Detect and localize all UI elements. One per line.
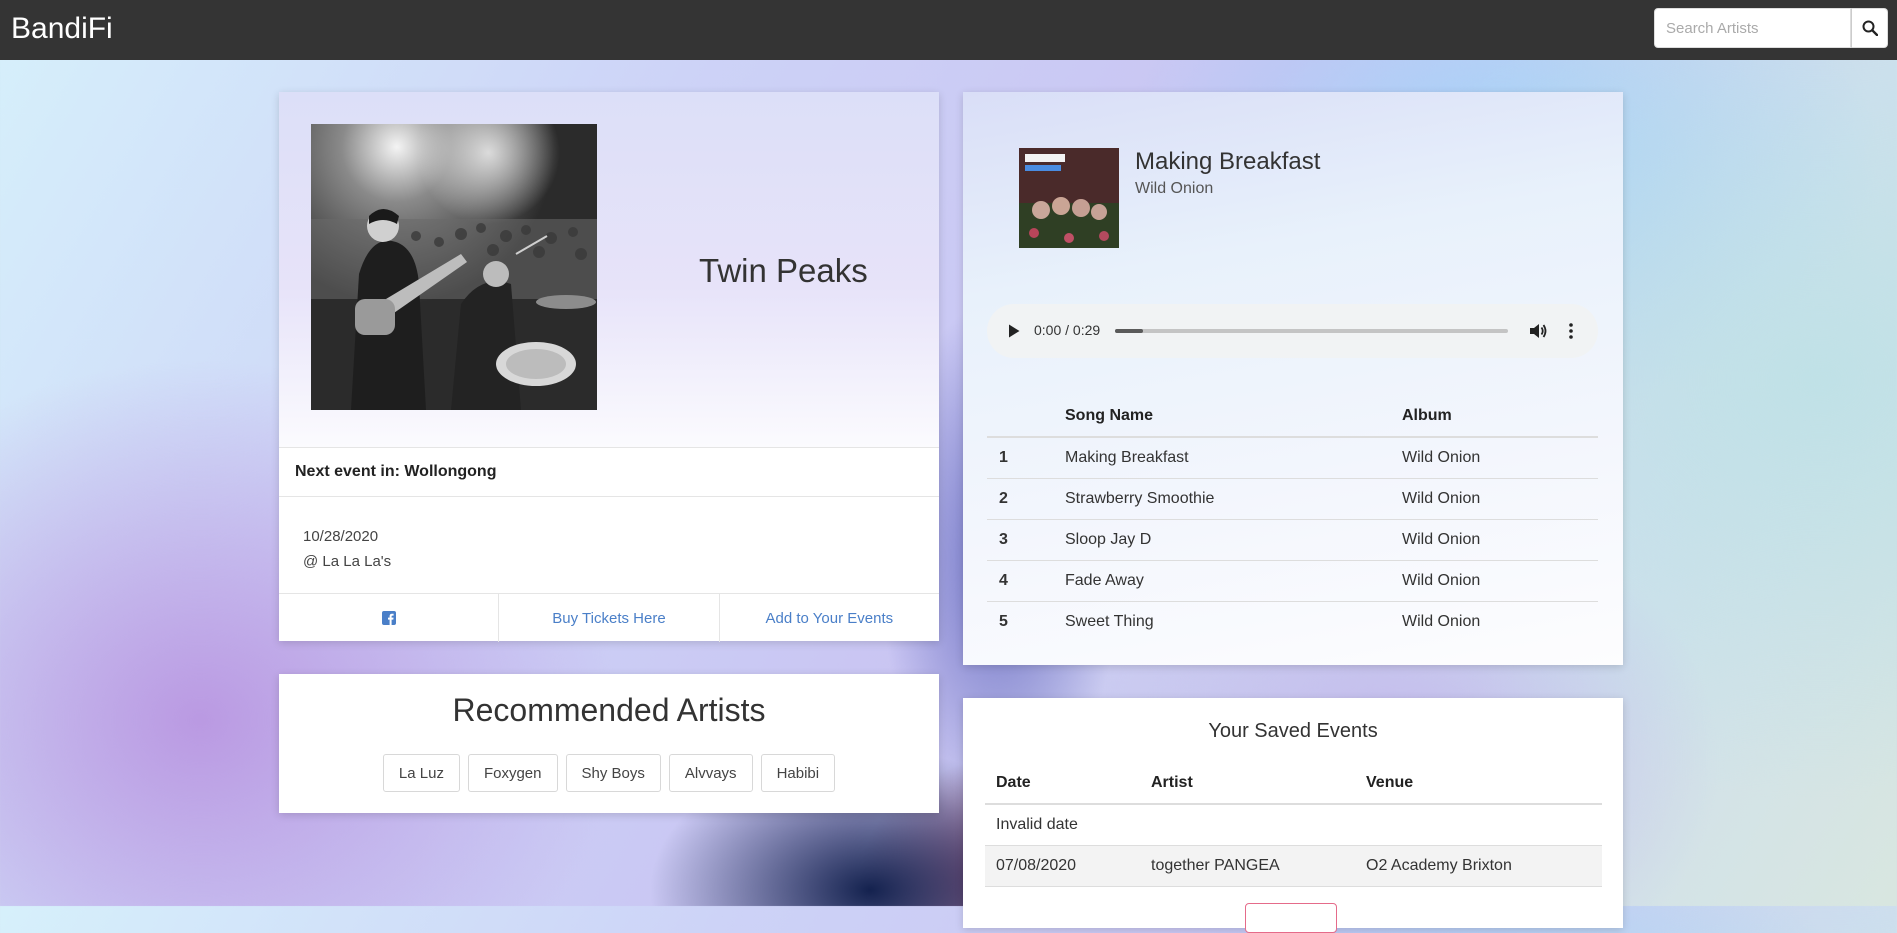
- seek-bar[interactable]: [1115, 329, 1508, 333]
- buy-tickets-link[interactable]: Buy Tickets Here: [498, 594, 718, 642]
- artist-header: Twin Peaks: [279, 92, 939, 447]
- track-album: Wild Onion: [1402, 437, 1598, 479]
- search-button[interactable]: [1851, 8, 1888, 48]
- track-name: Making Breakfast: [1065, 437, 1402, 479]
- brand-logo[interactable]: BandiFi: [11, 10, 113, 48]
- event-venue-cell: [1355, 804, 1602, 846]
- table-row[interactable]: 4 Fade Away Wild Onion: [987, 560, 1598, 602]
- search-form: [1654, 8, 1888, 48]
- add-to-events-link[interactable]: Add to Your Events: [718, 594, 939, 642]
- search-icon: [1862, 20, 1878, 36]
- column-header-number: [987, 396, 1065, 438]
- facebook-square-icon: [381, 611, 396, 625]
- top-navbar: BandiFi: [0, 0, 1897, 60]
- track-name: Sweet Thing: [1065, 613, 1154, 630]
- playback-time: 0:00 / 0:29: [1034, 322, 1101, 338]
- album-art: [1019, 148, 1119, 248]
- recommended-artists-list: La Luz Foxygen Shy Boys Alvvays Habibi: [279, 754, 939, 792]
- track-name: Fade Away: [1065, 560, 1402, 602]
- more-options-icon[interactable]: [1563, 320, 1579, 342]
- now-playing-album: Wild Onion: [1135, 180, 1214, 197]
- recommended-artists-card: Recommended Artists La Luz Foxygen Shy B…: [279, 674, 939, 813]
- table-row[interactable]: 5 Sweet Thing Wild Onion: [987, 602, 1598, 643]
- event-venue: @ La La La's: [303, 553, 392, 570]
- artist-photo: [311, 124, 597, 410]
- event-venue-cell: O2 Academy Brixton: [1355, 845, 1602, 887]
- column-header-artist: Artist: [1140, 763, 1355, 805]
- seek-bar-progress: [1115, 329, 1143, 333]
- event-artist-cell: [1140, 804, 1355, 846]
- event-date: 10/28/2020: [303, 528, 379, 545]
- saved-events-table: Date Artist Venue Invalid date 07/08/202…: [985, 763, 1602, 887]
- track-album: Wild Onion: [1402, 519, 1598, 561]
- artist-name: Twin Peaks: [699, 252, 868, 289]
- table-row[interactable]: 2 Strawberry Smoothie Wild Onion: [987, 478, 1598, 520]
- event-details: 10/28/2020 @ La La La's: [303, 524, 391, 574]
- track-name: Strawberry Smoothie: [1065, 478, 1402, 520]
- event-actions: Buy Tickets Here Add to Your Events: [279, 593, 939, 642]
- volume-icon[interactable]: [1527, 320, 1549, 342]
- recommended-artist-button[interactable]: La Luz: [382, 754, 460, 792]
- recommended-artist-button[interactable]: Shy Boys: [565, 754, 661, 792]
- event-date-cell: 07/08/2020: [985, 845, 1140, 887]
- track-name: Sloop Jay D: [1065, 519, 1402, 561]
- track-number: 5: [999, 613, 1008, 630]
- track-number: 2: [987, 478, 1065, 520]
- track-album: Wild Onion: [1402, 478, 1598, 520]
- search-input[interactable]: [1654, 8, 1851, 48]
- play-icon: [1009, 324, 1020, 338]
- column-header-album: Album: [1402, 396, 1598, 438]
- table-row[interactable]: 3 Sloop Jay D Wild Onion: [987, 519, 1598, 561]
- saved-event-action-button[interactable]: [1245, 903, 1337, 933]
- table-header-row: Date Artist Venue: [985, 763, 1602, 805]
- facebook-link[interactable]: [279, 594, 498, 642]
- track-number: 3: [987, 519, 1065, 561]
- column-header-date: Date: [985, 763, 1140, 805]
- table-row: 07/08/2020 together PANGEA O2 Academy Br…: [985, 845, 1602, 887]
- top-tracks-card: Making Breakfast Wild Onion 0:00 / 0:29 …: [963, 92, 1623, 665]
- table-row[interactable]: 1 Making Breakfast Wild Onion: [987, 437, 1598, 479]
- table-header-row: Song Name Album: [987, 396, 1598, 438]
- recommended-artist-button[interactable]: Alvvays: [668, 754, 753, 792]
- track-album: Wild Onion: [1402, 560, 1598, 602]
- top-tracks-table: Song Name Album 1 Making Breakfast Wild …: [987, 396, 1598, 642]
- event-artist-cell: together PANGEA: [1140, 845, 1355, 887]
- recommended-artists-title: Recommended Artists: [452, 692, 766, 728]
- now-playing-title: Making Breakfast: [1135, 148, 1321, 175]
- play-button[interactable]: [1001, 318, 1027, 344]
- recommended-artist-button[interactable]: Habibi: [760, 754, 836, 792]
- next-event-header: Next event in: Wollongong: [279, 447, 939, 497]
- audio-player: 0:00 / 0:29: [987, 304, 1598, 358]
- recommended-artist-button[interactable]: Foxygen: [467, 754, 558, 792]
- event-date-cell: Invalid date: [985, 804, 1140, 846]
- track-number: 1: [987, 437, 1065, 479]
- track-number: 4: [987, 560, 1065, 602]
- table-row: Invalid date: [985, 804, 1602, 846]
- saved-events-card: Your Saved Events Date Artist Venue Inva…: [963, 698, 1623, 933]
- track-album: Wild Onion: [1402, 613, 1481, 630]
- column-header-venue: Venue: [1355, 763, 1602, 805]
- column-header-song-name: Song Name: [1065, 396, 1402, 438]
- artist-card: Twin Peaks Next event in: Wollongong 10/…: [279, 92, 939, 642]
- saved-events-title: Your Saved Events: [1208, 720, 1378, 742]
